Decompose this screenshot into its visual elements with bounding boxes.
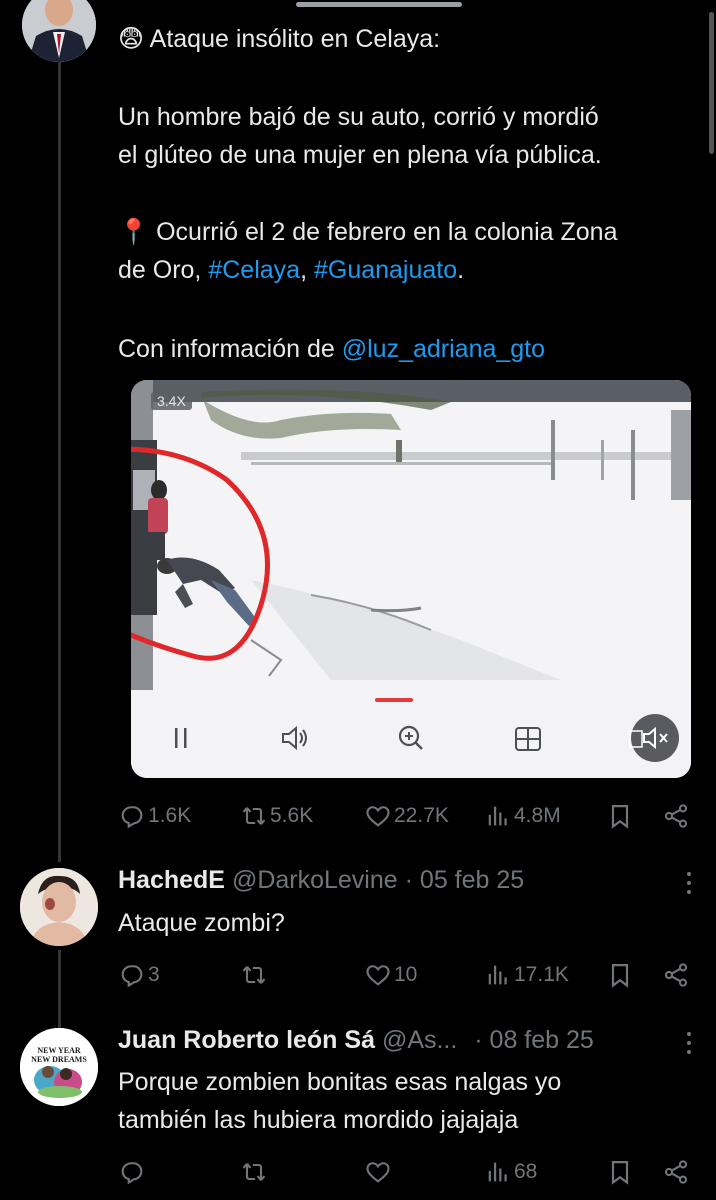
cast-icon [629,728,643,750]
view-count: 68 [514,1160,538,1183]
views-button[interactable]: 4.8M [484,796,561,836]
share-button[interactable] [662,796,690,836]
views-chart-icon [488,806,507,826]
reply-author-name[interactable]: HachedE [118,866,225,894]
share-icon [664,1160,688,1184]
heart-icon [366,965,390,986]
grid-icon [515,727,541,751]
reply-author-handle[interactable]: @DarkoLevine [232,866,398,894]
share-icon [664,804,688,828]
video-player[interactable]: 3.4X [131,380,691,778]
tweet-paragraph-2-line1: 📍 Ocurrió el 2 de febrero en la colonia … [118,213,617,251]
reply-button[interactable] [118,1152,148,1192]
reply-avatar[interactable] [20,868,98,946]
status-strip [0,0,716,8]
reply-icon [121,965,143,988]
tweet-text-fragment: , [300,256,314,284]
new-year-avatar-image [20,1028,98,1106]
speaker-icon [282,725,307,751]
pin-emoji: 📍 [118,218,150,246]
pause-button[interactable] [169,724,193,752]
tweet-paragraph-2-text: Ocurrió el 2 de febrero en la colonia Zo… [156,218,618,246]
view-count: 17.1K [514,963,569,986]
thread-line [58,950,61,1030]
fear-emoji: 😨 [118,25,145,53]
reply-icon [121,1162,143,1185]
like-button[interactable] [364,1152,394,1192]
status-bar-indicator [296,2,462,7]
more-options-icon[interactable] [684,872,694,898]
video-progress-fill [375,698,413,702]
reply-date[interactable]: · 08 feb 25 [474,1026,594,1054]
video-progress-track[interactable] [131,696,691,702]
reply-action-bar: 68 [118,1152,693,1192]
tweet-text-fragment: de Oro, [118,256,209,284]
repost-button[interactable] [240,955,270,995]
reply-count: 3 [148,963,160,986]
mention-luz-adriana[interactable]: @luz_adriana_gto [342,335,545,363]
reply-button[interactable]: 3 [118,955,160,995]
views-chart-icon [488,965,507,985]
tweet-text-fragment: . [457,256,465,284]
reply-text: Ataque zombi? [118,909,285,937]
bookmark-icon [611,1160,629,1185]
views-chart-icon [488,1162,507,1182]
bookmark-button[interactable] [606,955,634,995]
heart-icon [366,806,390,827]
like-button[interactable]: 22.7K [364,796,449,836]
zoom-button[interactable] [395,722,427,754]
reply-text: Porque zombien bonitas esas nalgas yo ta… [118,1068,562,1134]
views-button[interactable]: 68 [484,1152,537,1192]
tweet-credit: Con información de @luz_adriana_gto [118,330,545,368]
tweet-action-bar: 1.6K 5.6K 22.7K 4.8M [118,796,693,836]
more-options-icon[interactable] [684,1032,694,1058]
reply-header: Juan Roberto león Sá @As... · 08 feb 25 [118,1026,594,1055]
reply-count: 1.6K [148,804,192,827]
tweet-paragraph-2-line2: de Oro, #Celaya, #Guanajuato. [118,251,464,289]
layout-button[interactable] [513,724,543,754]
scrollbar-thumb[interactable] [709,12,714,154]
tweet-paragraph-1: Un hombre bajó de su auto, corrió y mord… [118,103,602,169]
repost-icon [242,1163,266,1181]
reply-author-name[interactable]: Juan Roberto león Sá [118,1026,375,1054]
credit-prefix: Con información de [118,335,342,363]
views-button[interactable]: 17.1K [484,955,569,995]
reply-icon [121,806,143,829]
zoom-badge: 3.4X [151,392,192,410]
reply-avatar[interactable]: NEW YEAR NEW DREAMS [20,1028,98,1106]
reply-action-bar: 3 10 17.1K [118,955,693,995]
volume-button[interactable] [279,723,313,753]
repost-icon [242,966,266,984]
zoom-in-icon [398,725,423,750]
reply-header: HachedE @DarkoLevine · 05 feb 25 [118,866,524,895]
author-avatar[interactable] [22,0,96,62]
repost-icon [242,807,266,825]
video-frame [131,380,691,778]
bookmark-button[interactable] [606,796,634,836]
tweet-title: 😨 Ataque insólito en Celaya: [118,20,440,58]
share-button[interactable] [662,955,690,995]
hashtag-celaya[interactable]: #Celaya [208,256,300,284]
thread-line [58,62,61,862]
share-button[interactable] [662,1152,690,1192]
like-count: 22.7K [394,804,449,827]
bookmark-icon [611,963,629,988]
repost-count: 5.6K [270,804,314,827]
reply-button[interactable]: 1.6K [118,796,191,836]
reply-date[interactable]: · 05 feb 25 [405,866,525,894]
repost-button[interactable] [240,1152,270,1192]
heart-icon [366,1162,390,1183]
repost-button[interactable]: 5.6K [240,796,313,836]
like-button[interactable]: 10 [364,955,417,995]
hashtag-guanajuato[interactable]: #Guanajuato [314,256,457,284]
avatar-text: NEW YEAR NEW DREAMS [31,1046,87,1064]
reply-author-handle[interactable]: @As... [382,1026,457,1054]
view-count: 4.8M [514,804,561,827]
like-count: 10 [394,963,418,986]
tweet-title-text: Ataque insólito en Celaya: [149,25,441,53]
pause-icon [175,728,187,748]
bookmark-button[interactable] [606,1152,634,1192]
bookmark-icon [611,804,629,829]
share-icon [664,963,688,987]
